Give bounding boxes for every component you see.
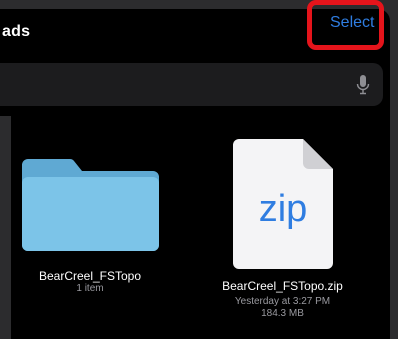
folder-icon [21, 159, 159, 251]
select-button[interactable]: Select [330, 14, 374, 32]
microphone-icon[interactable] [356, 75, 370, 95]
zip-badge: zip [258, 188, 307, 230]
search-input[interactable] [0, 63, 383, 106]
zip-file-item[interactable]: zip BearCreel_FSTopo.zip Yesterday at 3:… [200, 139, 365, 320]
folder-detail: 1 item [76, 283, 104, 294]
zip-file-size: 184.3 MB [261, 308, 304, 319]
files-panel: ads BearCreel_FSTopo 1 item zip BearCree… [0, 9, 390, 339]
zip-file-icon: zip [232, 139, 333, 269]
zip-file-date: Yesterday at 3:27 PM [234, 296, 331, 307]
zip-file-name: BearCreel_FSTopo.zip [222, 279, 343, 293]
folder-name: BearCreel_FSTopo [38, 269, 142, 283]
app-frame: ads BearCreel_FSTopo 1 item zip BearCree… [0, 0, 398, 339]
folder-item[interactable]: BearCreel_FSTopo 1 item [10, 159, 170, 295]
page-title: ads [2, 23, 31, 40]
